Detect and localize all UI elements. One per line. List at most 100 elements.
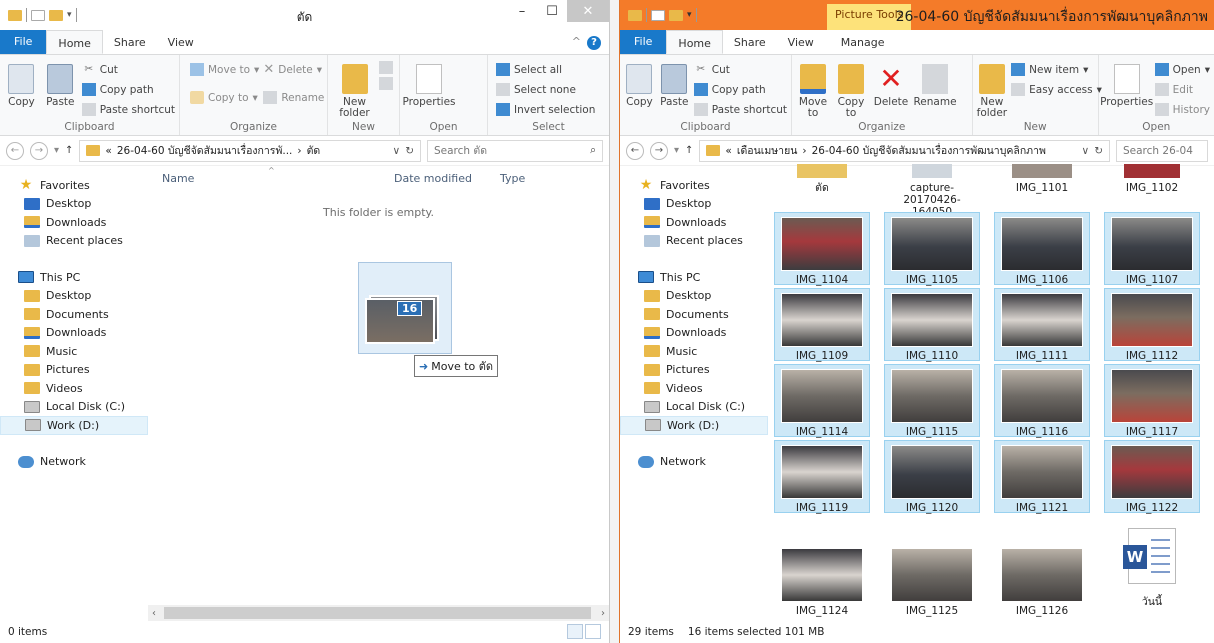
breadcrumb-1[interactable]: เดือนเมษายน: [737, 142, 798, 159]
file-item[interactable]: IMG_1109: [774, 288, 870, 362]
file-item[interactable]: IMG_1104: [774, 212, 870, 286]
delete-button[interactable]: ✕ Delete ▾: [263, 61, 324, 78]
details-view-icon[interactable]: [567, 624, 583, 639]
file-item[interactable]: IMG_1119: [774, 440, 870, 514]
column-name[interactable]: Name: [162, 172, 194, 185]
copy-to-button[interactable]: Copy to ▾: [190, 89, 259, 106]
nav-pc-downloads[interactable]: Downloads: [620, 324, 768, 343]
paste-shortcut-button[interactable]: Paste shortcut: [693, 101, 787, 118]
file-item[interactable]: IMG_1106: [994, 212, 1090, 286]
file-grid[interactable]: ตัด capture-20170426-164050 IMG_1101 IMG…: [768, 164, 1214, 621]
nav-favorites[interactable]: ★ Favorites: [0, 176, 148, 195]
column-date-modified[interactable]: Date modified: [394, 172, 472, 185]
forward-button[interactable]: →: [30, 141, 48, 160]
nav-this-pc[interactable]: This PC: [620, 268, 768, 287]
file-item[interactable]: capture-20170426-164050: [884, 164, 980, 218]
tab-file[interactable]: File: [0, 30, 47, 54]
nav-downloads[interactable]: Downloads: [0, 213, 148, 232]
column-type[interactable]: Type: [500, 172, 525, 185]
file-list[interactable]: Name ^ Date modified Type This folder is…: [148, 166, 609, 621]
file-item[interactable]: IMG_1121: [994, 440, 1090, 514]
minimize-button[interactable]: –: [507, 0, 537, 22]
tab-home[interactable]: Home: [46, 30, 103, 54]
folder-item[interactable]: ตัด: [774, 164, 870, 202]
copy-path-button[interactable]: Copy path: [81, 81, 175, 98]
nav-work-drive[interactable]: Work (D:): [0, 416, 148, 435]
copy-path-button[interactable]: Copy path: [693, 81, 787, 98]
properties-icon[interactable]: [651, 9, 665, 21]
nav-pc-desktop[interactable]: Desktop: [0, 287, 148, 306]
tab-view[interactable]: View: [157, 30, 205, 54]
file-item[interactable]: W วันนี้: [1104, 526, 1200, 616]
select-none-button[interactable]: Select none: [496, 81, 595, 98]
select-all-button[interactable]: Select all: [496, 61, 595, 78]
tab-share[interactable]: Share: [723, 30, 777, 54]
nav-downloads[interactable]: Downloads: [620, 213, 768, 232]
back-button[interactable]: ←: [626, 141, 644, 160]
file-item[interactable]: IMG_1125: [884, 544, 980, 617]
new-folder-icon[interactable]: [669, 9, 683, 21]
invert-selection-button[interactable]: Invert selection: [496, 101, 595, 118]
paste-shortcut-button[interactable]: Paste shortcut: [81, 101, 175, 118]
nav-documents[interactable]: Documents: [620, 305, 768, 324]
easy-access-icon[interactable]: [378, 77, 393, 90]
up-button[interactable]: ↑: [685, 145, 693, 156]
nav-recent-places[interactable]: Recent places: [0, 232, 148, 251]
refresh-icon[interactable]: ↻: [405, 145, 414, 157]
file-item[interactable]: IMG_1102: [1104, 164, 1200, 202]
search-input[interactable]: Search ตัด ⌕: [427, 139, 603, 162]
file-item[interactable]: IMG_1122: [1104, 440, 1200, 514]
horizontal-scrollbar[interactable]: ‹ ›: [148, 605, 609, 621]
nav-desktop[interactable]: Desktop: [0, 195, 148, 214]
ribbon-toggle[interactable]: ^?: [572, 35, 601, 50]
file-item[interactable]: IMG_1126: [994, 544, 1090, 617]
nav-pictures[interactable]: Pictures: [620, 361, 768, 380]
nav-pictures[interactable]: Pictures: [0, 361, 148, 380]
nav-local-disk[interactable]: Local Disk (C:): [620, 398, 768, 417]
nav-work-drive[interactable]: Work (D:): [620, 416, 768, 435]
chevron-down-icon[interactable]: ▾: [687, 10, 692, 20]
breadcrumb-1[interactable]: 26-04-60 บัญชีจัดสัมมนาเรื่องการพั...: [117, 142, 293, 159]
new-item-button[interactable]: New item ▾: [1011, 61, 1102, 78]
tab-share[interactable]: Share: [103, 30, 157, 54]
close-button[interactable]: ✕: [567, 0, 609, 22]
rename-button[interactable]: Rename: [263, 89, 324, 106]
breadcrumb-2[interactable]: ตัด: [307, 142, 321, 159]
recent-locations-icon[interactable]: ▾: [54, 145, 59, 156]
address-bar[interactable]: « 26-04-60 บัญชีจัดสัมมนาเรื่องการพั... …: [79, 139, 421, 162]
scroll-left-icon[interactable]: ‹: [152, 608, 156, 619]
breadcrumb-2[interactable]: 26-04-60 บัญชีจัดสัมมนาเรื่องการพัฒนาบุค…: [812, 142, 1046, 159]
large-icons-view-icon[interactable]: [585, 624, 601, 639]
tab-file[interactable]: File: [620, 30, 667, 54]
file-item[interactable]: IMG_1101: [994, 164, 1090, 202]
nav-pc-downloads[interactable]: Downloads: [0, 324, 148, 343]
nav-favorites[interactable]: ★ Favorites: [620, 176, 768, 195]
file-item[interactable]: IMG_1107: [1104, 212, 1200, 286]
scroll-right-icon[interactable]: ›: [601, 608, 605, 619]
nav-music[interactable]: Music: [0, 342, 148, 361]
maximize-button[interactable]: ☐: [537, 0, 567, 22]
edit-button[interactable]: Edit: [1154, 81, 1210, 98]
file-item[interactable]: IMG_1112: [1104, 288, 1200, 362]
address-bar[interactable]: « เดือนเมษายน › 26-04-60 บัญชีจัดสัมมนาเ…: [699, 139, 1110, 162]
refresh-icon[interactable]: ↻: [1094, 145, 1103, 157]
tab-manage[interactable]: Manage: [825, 30, 896, 54]
scrollbar-thumb[interactable]: [164, 607, 591, 619]
chevron-down-icon[interactable]: ∨: [1082, 145, 1090, 157]
nav-videos[interactable]: Videos: [620, 379, 768, 398]
cut-button[interactable]: ✂ Cut: [82, 61, 175, 78]
tab-view[interactable]: View: [777, 30, 825, 54]
nav-this-pc[interactable]: This PC: [0, 268, 148, 287]
nav-local-disk[interactable]: Local Disk (C:): [0, 398, 148, 417]
nav-pc-desktop[interactable]: Desktop: [620, 287, 768, 306]
help-icon[interactable]: ?: [587, 36, 601, 50]
file-item[interactable]: IMG_1117: [1104, 364, 1200, 438]
new-item-icon[interactable]: [378, 61, 393, 74]
forward-button[interactable]: →: [650, 141, 668, 160]
nav-desktop[interactable]: Desktop: [620, 195, 768, 214]
move-to-button[interactable]: Move to ▾: [190, 61, 259, 78]
nav-recent-places[interactable]: Recent places: [620, 232, 768, 251]
nav-documents[interactable]: Documents: [0, 305, 148, 324]
recent-locations-icon[interactable]: ▾: [674, 145, 679, 156]
file-item[interactable]: IMG_1120: [884, 440, 980, 514]
